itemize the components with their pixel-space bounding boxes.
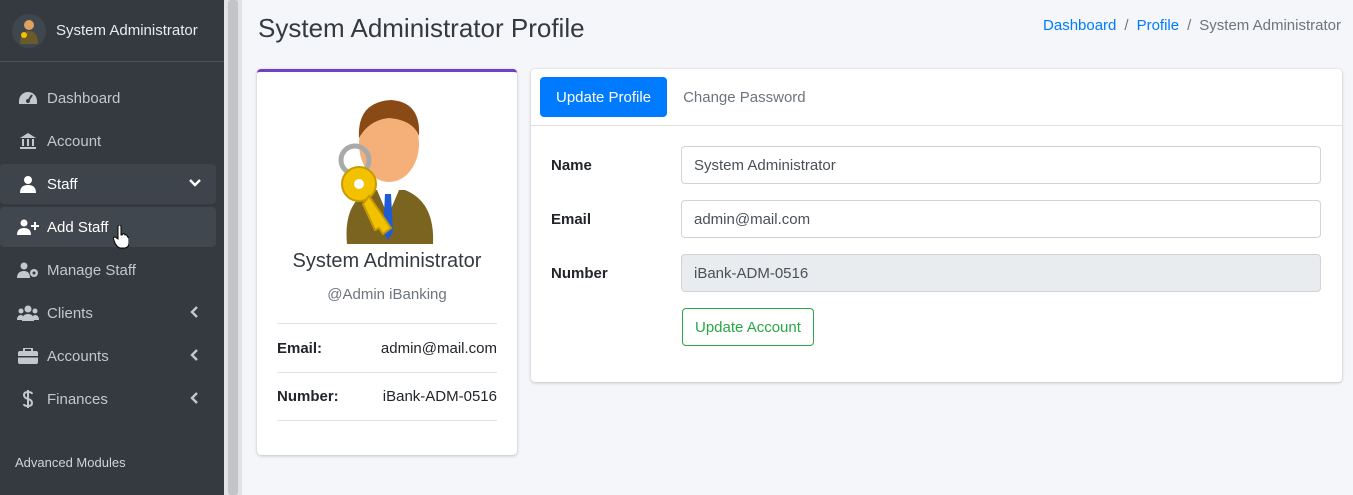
sidebar-item-label: Accounts	[47, 347, 109, 365]
sidebar-item-staff[interactable]: Staff	[0, 164, 216, 204]
breadcrumb-separator: /	[1124, 17, 1129, 34]
email-label: Email	[551, 210, 592, 228]
scrollbar[interactable]	[224, 0, 242, 495]
profile-email-label: Email:	[277, 339, 323, 357]
user-cog-icon	[17, 261, 39, 279]
profile-number-row: Number: iBank-ADM-0516	[277, 372, 497, 421]
sidebar-item-finances[interactable]: Finances	[0, 379, 216, 419]
sidebar: System Administrator Dashboard Account S…	[0, 0, 224, 495]
form-row-number: Number	[551, 254, 1321, 292]
profile-email-value: admin@mail.com	[380, 339, 497, 357]
user-tie-icon	[17, 175, 39, 193]
sidebar-nav: Dashboard Account Staff Add Staff Manage…	[0, 62, 224, 470]
breadcrumb-link-dashboard[interactable]: Dashboard	[1043, 17, 1116, 34]
tab-bar: Update Profile Change Password	[531, 69, 1342, 126]
profile-card: System Administrator @Admin iBanking Ema…	[257, 69, 517, 455]
update-account-button[interactable]: Update Account	[682, 308, 814, 346]
name-label: Name	[551, 156, 592, 174]
sidebar-item-add-staff[interactable]: Add Staff	[0, 207, 216, 247]
sidebar-item-account[interactable]: Account	[0, 121, 216, 161]
name-field[interactable]	[681, 146, 1321, 184]
briefcase-icon	[17, 347, 39, 365]
sidebar-item-label: Staff	[47, 175, 78, 193]
dollar-icon	[17, 390, 39, 408]
sidebar-item-accounts[interactable]: Accounts	[0, 336, 216, 376]
sidebar-item-label: Account	[47, 132, 102, 150]
hand-pointer-icon	[113, 225, 129, 249]
admin-avatar-icon	[12, 13, 46, 48]
chevron-left-icon	[190, 306, 198, 318]
tab-update-profile[interactable]: Update Profile	[540, 77, 668, 117]
profile-handle: @Admin iBanking	[327, 286, 447, 303]
profile-number-label: Number:	[277, 388, 339, 405]
sidebar-item-clients[interactable]: Clients	[0, 293, 216, 333]
sidebar-item-label: Add Staff	[47, 218, 109, 236]
form-row-name: Name	[551, 146, 1321, 184]
profile-number-value: iBank-ADM-0516	[382, 388, 497, 405]
breadcrumb-link-profile[interactable]: Profile	[1137, 17, 1180, 34]
brand[interactable]: System Administrator	[0, 0, 224, 62]
profile-email-row: Email: admin@mail.com	[277, 323, 497, 372]
email-field[interactable]	[681, 200, 1321, 238]
sidebar-item-label: Manage Staff	[47, 261, 136, 279]
users-icon	[17, 304, 39, 322]
tachometer-icon	[17, 89, 39, 107]
breadcrumb-separator: /	[1187, 17, 1192, 34]
form-row-email: Email	[551, 200, 1321, 238]
admin-avatar-image	[338, 100, 434, 244]
sidebar-item-manage-staff[interactable]: Manage Staff	[0, 250, 216, 290]
number-label: Number	[551, 264, 608, 282]
sidebar-item-label: Clients	[47, 304, 93, 322]
scrollbar-thumb[interactable]	[228, 0, 238, 495]
settings-card: Update Profile Change Password Name Emai…	[531, 69, 1342, 382]
page-title: System Administrator Profile	[258, 13, 585, 43]
user-plus-icon	[17, 218, 39, 236]
sidebar-section-header: Advanced Modules	[15, 455, 126, 470]
sidebar-item-dashboard[interactable]: Dashboard	[0, 78, 216, 118]
bank-icon	[17, 132, 39, 150]
profile-name: System Administrator	[292, 250, 482, 272]
chevron-left-icon	[190, 392, 198, 404]
sidebar-item-label: Dashboard	[47, 89, 121, 107]
breadcrumb: Dashboard / Profile / System Administrat…	[1043, 17, 1341, 34]
sidebar-item-label: Finances	[47, 390, 108, 408]
chevron-left-icon	[190, 349, 198, 361]
tab-change-password[interactable]: Change Password	[667, 77, 822, 117]
number-field[interactable]	[681, 254, 1321, 292]
brand-title: System Administrator	[56, 22, 198, 39]
chevron-down-icon	[189, 179, 201, 187]
breadcrumb-current: System Administrator	[1199, 17, 1341, 34]
